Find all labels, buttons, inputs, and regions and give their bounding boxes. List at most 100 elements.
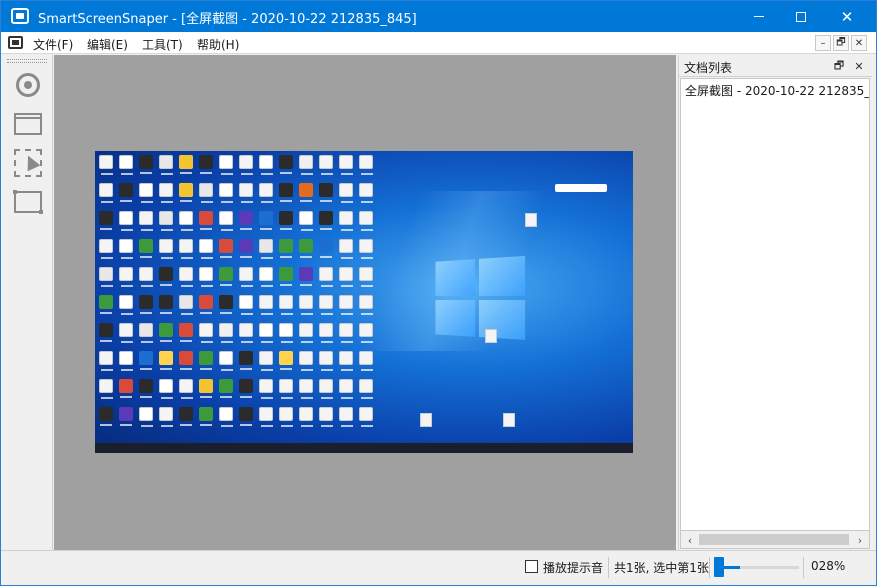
desktop-shortcut-icon [119, 239, 133, 259]
desktop-shortcut-icon [279, 211, 293, 230]
desktop-shortcut-icon [159, 379, 173, 399]
desktop-shortcut-icon [279, 267, 293, 286]
panel-float-button[interactable]: 🗗 [831, 58, 847, 74]
desktop-shortcut-icon [139, 351, 153, 370]
desktop-shortcut-icon [139, 379, 153, 398]
desktop-shortcut-icon [179, 239, 193, 259]
desktop-shortcut-icon [299, 379, 313, 399]
desktop-shortcut-icon [99, 295, 113, 314]
zoom-slider-thumb[interactable] [714, 557, 724, 577]
desktop-shortcut-icon [199, 351, 213, 370]
document-icon[interactable] [8, 36, 23, 49]
desktop-shortcut-icon [119, 267, 133, 287]
menu-help[interactable]: 帮助(H) [197, 36, 239, 53]
desktop-shortcut-icon [99, 155, 113, 175]
desktop-shortcut-icon [299, 239, 313, 258]
desktop-shortcut-icon [359, 323, 373, 343]
fullscreen-capture-button[interactable] [13, 188, 43, 216]
desktop-shortcut-icon [339, 351, 353, 371]
record-button[interactable] [14, 71, 42, 99]
desktop-shortcut-icon [259, 183, 273, 203]
desktop-shortcut-icon [179, 407, 193, 426]
desktop-shortcut-icon [239, 155, 253, 175]
scroll-thumb[interactable] [699, 534, 849, 545]
desktop-shortcut-icon [259, 407, 273, 427]
status-divider [608, 557, 609, 578]
desktop-shortcut-icon [319, 295, 333, 315]
menu-file[interactable]: 文件(F) [33, 36, 73, 53]
status-bar: 播放提示音 共1张, 选中第1张 028% [1, 550, 876, 585]
desktop-file-icon [485, 329, 497, 343]
document-list[interactable]: 全屏截图 - 2020-10-22 212835_845 [680, 78, 870, 531]
desktop-shortcut-icon [259, 155, 273, 175]
status-divider [803, 557, 804, 578]
desktop-shortcut-icon [259, 379, 273, 399]
desktop-shortcut-icon [219, 239, 233, 258]
menu-edit[interactable]: 编辑(E) [87, 36, 128, 53]
desktop-shortcut-icon [99, 183, 113, 203]
desktop-file-icon [525, 213, 537, 227]
desktop-shortcut-icon [199, 407, 213, 426]
desktop-shortcut-icon [359, 407, 373, 427]
child-close-button[interactable]: ✕ [851, 35, 867, 51]
desktop-shortcut-icon [259, 295, 273, 315]
document-list-title: 文档列表 [684, 61, 733, 75]
desktop-shortcut-icon [239, 351, 253, 370]
desktop-shortcut-icon [359, 295, 373, 315]
desktop-shortcut-icon [239, 407, 253, 426]
play-sound-label[interactable]: 播放提示音 [543, 559, 603, 576]
desktop-shortcut-icon [139, 239, 153, 258]
desktop-shortcut-icon [239, 183, 253, 203]
desktop-shortcut-icon [219, 155, 233, 175]
scroll-right-icon[interactable]: › [853, 533, 867, 547]
desktop-shortcut-icon [339, 267, 353, 287]
desktop-shortcut-icon [99, 351, 113, 371]
panel-close-button[interactable]: ✕ [851, 58, 867, 74]
desktop-shortcut-icon [119, 407, 133, 426]
desktop-shortcut-icon [319, 211, 333, 230]
child-restore-button[interactable]: 🗗 [833, 35, 849, 51]
horizontal-scrollbar[interactable]: ‹ › [680, 531, 870, 549]
desktop-shortcut-icon [259, 239, 273, 259]
desktop-shortcut-icon [339, 323, 353, 343]
desktop-shortcut-icon [279, 295, 293, 315]
desktop-shortcut-icon [119, 323, 133, 343]
play-sound-checkbox[interactable] [525, 560, 538, 573]
desktop-shortcut-icon [139, 323, 153, 343]
desktop-shortcut-icon [159, 323, 173, 342]
document-list-item[interactable]: 全屏截图 - 2020-10-22 212835_845 [685, 82, 869, 99]
minimize-button[interactable] [736, 1, 782, 32]
desktop-shortcut-icon [299, 267, 313, 286]
desktop-shortcut-icon [179, 351, 193, 370]
desktop-shortcut-icon [299, 155, 313, 175]
title-bar[interactable]: SmartScreenSnaper - [全屏截图 - 2020-10-22 2… [1, 1, 876, 32]
desktop-shortcut-icon [179, 211, 193, 231]
minimize-icon [754, 16, 764, 17]
desktop-shortcut-icon [119, 183, 133, 202]
desktop-shortcut-icon [239, 323, 253, 343]
capture-canvas[interactable] [54, 55, 676, 550]
child-minimize-button[interactable]: – [815, 35, 831, 51]
desktop-shortcut-icon [99, 239, 113, 259]
window-capture-button[interactable] [14, 110, 42, 138]
zoom-slider-track[interactable] [717, 566, 799, 569]
region-capture-button[interactable] [14, 149, 42, 177]
menu-tools[interactable]: 工具(T) [142, 36, 183, 53]
desktop-shortcut-icon [119, 211, 133, 231]
scroll-left-icon[interactable]: ‹ [683, 533, 697, 547]
maximize-button[interactable] [778, 1, 824, 32]
desktop-shortcut-icon [339, 379, 353, 399]
desktop-shortcut-icon [319, 239, 333, 258]
desktop-shortcut-icon [219, 351, 233, 371]
close-button[interactable]: ✕ [824, 1, 870, 32]
desktop-widget [555, 184, 607, 192]
desktop-shortcut-icon [239, 295, 253, 315]
desktop-shortcut-icon [179, 267, 193, 287]
screenshot-preview[interactable] [95, 151, 633, 453]
toolbar-grip[interactable] [7, 59, 47, 63]
desktop-shortcut-icon [279, 351, 293, 370]
fullscreen-capture-icon [13, 190, 43, 214]
desktop-shortcut-icon [199, 155, 213, 174]
image-count-text: 共1张, 选中第1张 [614, 561, 709, 575]
document-list-header: 文档列表 🗗 ✕ [679, 55, 872, 77]
